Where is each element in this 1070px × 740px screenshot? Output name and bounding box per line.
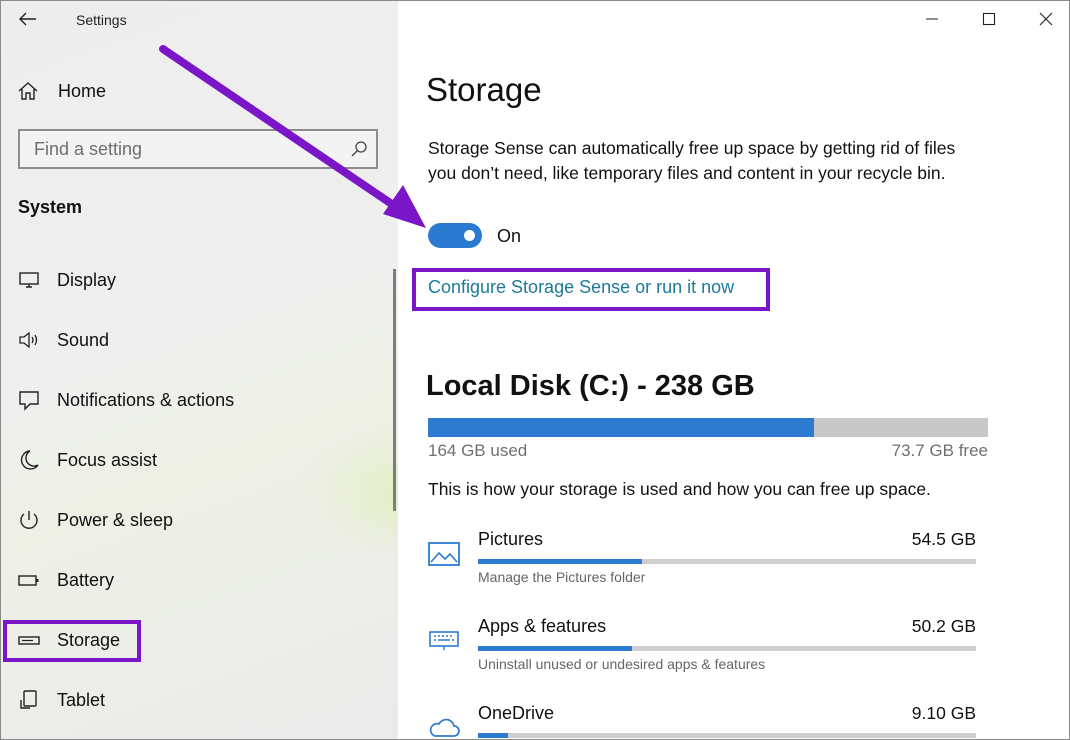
category-name: OneDrive [478,703,555,723]
category-usage-fill [478,733,508,738]
sidebar-item-label: Notifications & actions [57,389,235,410]
category-usage-bar [478,646,976,651]
toggle-state-label: On [497,226,522,246]
page-title: Storage [426,71,542,108]
sidebar-item-label: Tablet [57,689,106,710]
minimize-icon [926,18,938,20]
category-size: 9.10 GB [911,703,976,723]
category-usage-bar [478,733,976,738]
category-subtitle: Uninstall unused or undesired apps & fea… [478,656,766,672]
main-content: Storage Storage Sense can automatically … [398,1,1069,739]
sidebar-item-battery[interactable]: Battery [17,566,114,594]
battery-icon [17,568,41,592]
app-title: Settings [76,12,127,28]
category-apps-features[interactable]: Apps & features 50.2 GB Uninstall unused… [426,616,986,686]
disk-used-label: 164 GB used [428,441,528,460]
sidebar-item-label: Display [57,269,117,290]
settings-window: Settings Home System Display [0,0,1070,740]
close-icon [1039,12,1053,26]
moon-icon [17,448,41,472]
sidebar-scrollbar[interactable] [393,269,396,511]
search-input[interactable] [34,138,350,160]
picture-icon [426,539,462,569]
sidebar-item-home[interactable]: Home [17,79,106,103]
disk-usage-bar [428,418,988,437]
home-icon [18,82,38,100]
toggle-knob [464,230,475,241]
search-icon [351,141,367,157]
sidebar-item-focus-assist[interactable]: Focus assist [17,446,157,474]
notification-icon [17,388,41,412]
category-size: 54.5 GB [911,529,976,549]
speaker-icon [17,328,41,352]
storage-sense-description: Storage Sense can automatically free up … [428,138,956,183]
keyboard-icon [426,626,462,656]
disk-title: Local Disk (C:) - 238 GB [426,370,755,402]
sidebar-item-notifications[interactable]: Notifications & actions [17,386,234,414]
category-name: Apps & features [478,616,607,636]
configure-storage-sense-link[interactable]: Configure Storage Sense or run it now [428,277,734,298]
category-usage-bar [478,559,976,564]
sidebar-item-label: Power & sleep [57,509,174,530]
disk-free-label: 73.7 GB free [891,441,988,460]
sidebar-item-label: Sound [57,329,110,350]
monitor-icon [17,268,41,292]
sidebar-item-sound[interactable]: Sound [17,326,109,354]
maximize-icon [982,12,996,26]
back-button[interactable] [13,5,43,33]
category-name: Pictures [478,529,544,549]
tablet-icon [17,688,41,712]
category-size: 50.2 GB [911,616,976,636]
sidebar-item-tablet[interactable]: Tablet [17,686,105,714]
category-usage-fill [478,559,643,564]
sidebar-background-glow [301,421,398,561]
search-box[interactable] [18,129,378,169]
minimize-button[interactable] [917,5,947,33]
cloud-icon [426,713,462,739]
disk-usage-fill [428,418,815,437]
sidebar-item-label: Battery [57,569,115,590]
sidebar-item-label: Home [58,80,107,101]
close-button[interactable] [1031,5,1061,33]
power-icon [17,508,41,532]
back-arrow-icon [19,12,36,26]
sidebar-item-label: Focus assist [57,449,158,470]
sidebar-item-power-sleep[interactable]: Power & sleep [17,506,173,534]
sidebar: Settings Home System Display [1,1,398,739]
section-title: System [18,197,83,217]
usage-intro: This is how your storage is used and how… [428,479,931,499]
storage-sense-toggle[interactable] [428,223,482,248]
category-onedrive[interactable]: OneDrive 9.10 GB [426,703,986,739]
category-subtitle: Manage the Pictures folder [478,569,646,585]
sidebar-item-display[interactable]: Display [17,266,116,294]
storage-highlight-box [3,620,141,662]
category-usage-fill [478,646,633,651]
maximize-button[interactable] [974,5,1004,33]
category-pictures[interactable]: Pictures 54.5 GB Manage the Pictures fol… [426,529,986,599]
